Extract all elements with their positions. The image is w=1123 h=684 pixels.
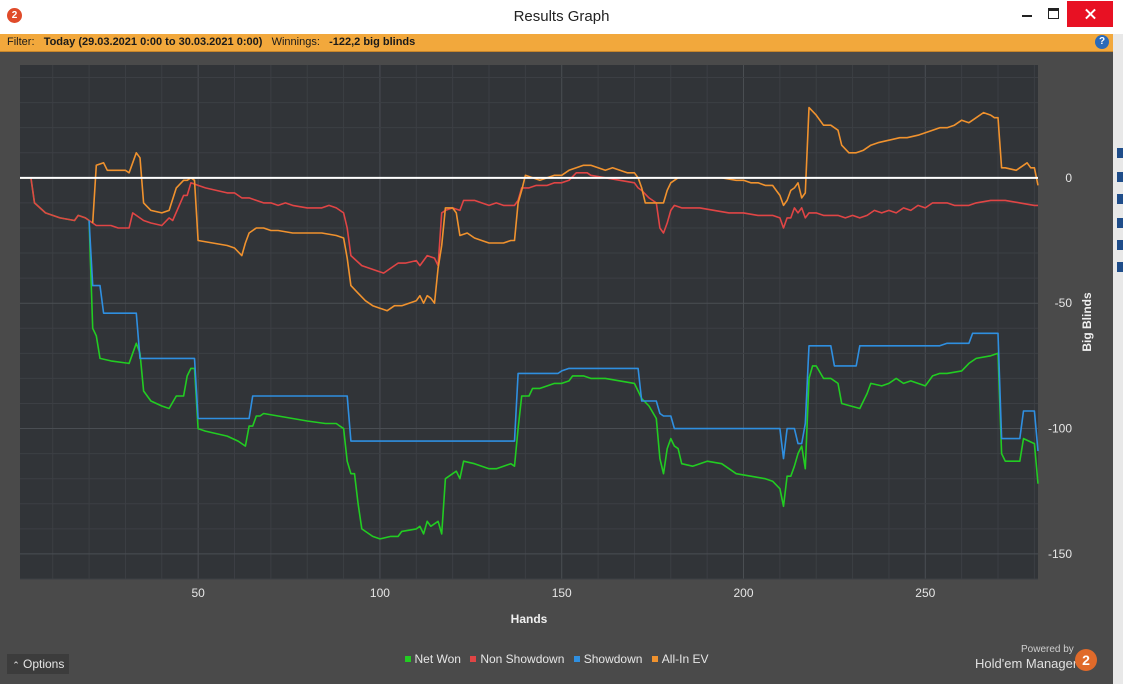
legend-item-non-showdown[interactable]: Non Showdown	[470, 652, 564, 666]
x-axis-title: Hands	[511, 612, 548, 626]
help-icon[interactable]: ?	[1095, 35, 1109, 49]
title-bar: 2 Results Graph	[0, 0, 1123, 34]
legend-item-net-won[interactable]: Net Won	[404, 652, 461, 666]
background-window-edge	[1113, 34, 1123, 684]
brand-name: Hold'em Manager	[975, 656, 1078, 671]
y-tick-label: -100	[1048, 422, 1072, 436]
x-tick-label: 150	[552, 586, 572, 600]
chart-legend: Net Won Non Showdown Showdown All-In EV	[0, 652, 1113, 666]
filter-value: Today (29.03.2021 0:00 to 30.03.2021 0:0…	[43, 36, 263, 48]
hem-logo-icon: 2	[1075, 649, 1097, 671]
y-tick-label: 0	[1065, 171, 1072, 185]
window-title: Results Graph	[513, 8, 610, 25]
x-tick-label: 250	[915, 586, 935, 600]
winnings-label: Winnings:	[271, 36, 320, 48]
y-axis-title: Big Blinds	[1080, 292, 1094, 352]
x-tick-label: 50	[191, 586, 205, 600]
y-tick-labels: 0 -50 -100 -150	[1048, 171, 1072, 561]
y-tick-label: -150	[1048, 547, 1072, 561]
legend-item-showdown[interactable]: Showdown	[573, 652, 642, 666]
graph-panel: 50 100 150 200 250 0 -50 -100 -150 Hands Big Bl…	[0, 52, 1113, 684]
filter-bar[interactable]: Filter: Today (29.03.2021 0:00 to 30.03.…	[0, 34, 1113, 52]
powered-by-label: Powered by	[1021, 644, 1074, 655]
results-chart: 50 100 150 200 250 0 -50 -100 -150 Hands Big Bl…	[20, 65, 1094, 626]
x-tick-label: 100	[370, 586, 390, 600]
x-tick-label: 200	[733, 586, 753, 600]
close-icon[interactable]	[1067, 1, 1113, 27]
filter-label: Filter:	[7, 36, 35, 48]
winnings-value: -122,2 big blinds	[329, 36, 416, 48]
plot-area	[20, 65, 1038, 579]
legend-item-all-in-ev[interactable]: All-In EV	[651, 652, 708, 666]
chevron-up-icon: ⌃	[12, 660, 20, 670]
options-button[interactable]: ⌃ Options	[7, 654, 69, 674]
y-tick-label: -50	[1055, 296, 1073, 310]
x-tick-labels: 50 100 150 200 250	[191, 586, 935, 600]
